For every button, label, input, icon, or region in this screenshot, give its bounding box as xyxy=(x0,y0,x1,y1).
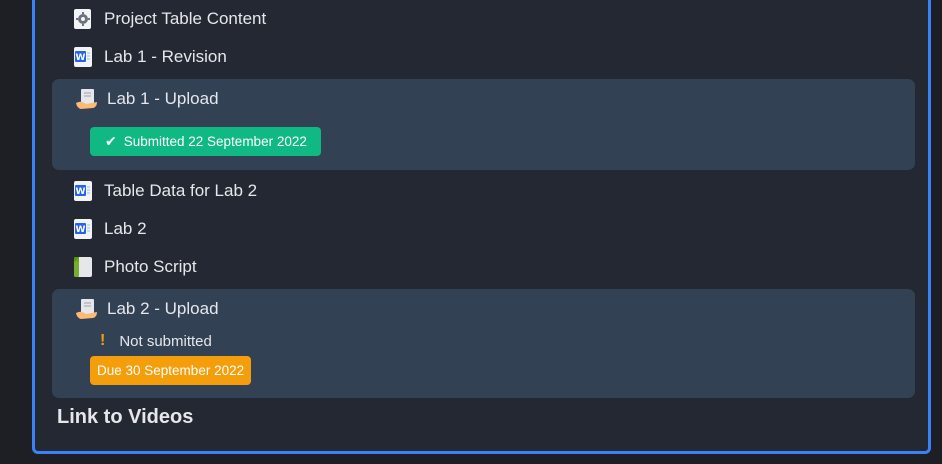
activity-table-data-lab2[interactable]: W Table Data for Lab 2 xyxy=(72,178,257,204)
assignment-card-lab1-upload: Lab 1 - Upload ✔ Submitted 22 September … xyxy=(52,79,915,170)
settings-file-icon xyxy=(72,8,94,30)
activity-label: Project Table Content xyxy=(104,9,267,28)
assignment-title: Lab 1 - Upload xyxy=(107,89,219,108)
submission-status: ! Not submitted xyxy=(100,332,212,350)
assignment-link-lab1-upload[interactable]: Lab 1 - Upload xyxy=(75,87,219,111)
activity-lab2[interactable]: W Lab 2 xyxy=(72,216,147,242)
assignment-upload-icon xyxy=(75,297,99,321)
check-icon: ✔ xyxy=(105,133,117,149)
submission-status-badge: ✔ Submitted 22 September 2022 xyxy=(90,127,321,156)
activity-label: Lab 1 - Revision xyxy=(104,47,227,66)
svg-text:W: W xyxy=(76,53,86,63)
activity-lab1-revision[interactable]: W Lab 1 - Revision xyxy=(72,44,227,70)
due-date-badge: Due 30 September 2022 xyxy=(90,356,252,385)
due-date-text: Due 30 September 2022 xyxy=(97,363,245,378)
section-title-link-to-videos[interactable]: Link to Videos xyxy=(57,406,193,429)
assignment-title: Lab 2 - Upload xyxy=(107,299,219,318)
word-document-icon: W xyxy=(72,218,94,240)
activity-label: Photo Script xyxy=(104,257,197,276)
exclamation-icon: ! xyxy=(100,332,106,349)
generic-file-icon xyxy=(72,256,94,278)
word-document-icon: W xyxy=(72,46,94,68)
submission-status-text: Submitted 22 September 2022 xyxy=(123,134,307,149)
activity-photo-script[interactable]: Photo Script xyxy=(72,254,197,280)
assignment-upload-icon xyxy=(75,87,99,111)
svg-text:W: W xyxy=(76,187,86,197)
activity-project-table-content[interactable]: Project Table Content xyxy=(72,6,266,32)
word-document-icon: W xyxy=(72,180,94,202)
assignment-card-lab2-upload: Lab 2 - Upload ! Not submitted Due 30 Se… xyxy=(52,289,915,398)
activity-label: Table Data for Lab 2 xyxy=(104,181,258,200)
activity-label: Lab 2 xyxy=(104,219,147,238)
assignment-link-lab2-upload[interactable]: Lab 2 - Upload xyxy=(75,297,219,321)
submission-status-text: Not submitted xyxy=(119,332,212,350)
svg-text:W: W xyxy=(76,225,86,235)
